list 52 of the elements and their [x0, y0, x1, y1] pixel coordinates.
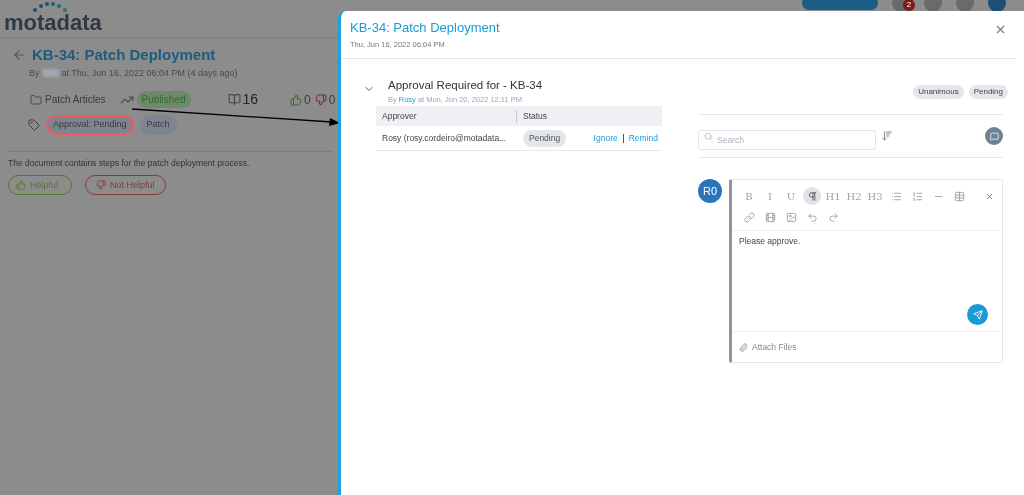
format-button[interactable]: H2 — [845, 187, 863, 206]
dislike-count: 0 — [328, 91, 336, 109]
tag-chip[interactable]: Approval: Pending — [46, 115, 134, 135]
speech-bubble-icon — [989, 131, 999, 141]
close-icon[interactable] — [994, 23, 1007, 36]
view-count: 16 — [242, 90, 259, 109]
approval-badge: Pending — [968, 84, 1008, 99]
like-count: 0 — [304, 91, 311, 109]
comment-icon[interactable] — [985, 127, 1003, 146]
byline-prefix: By — [29, 66, 40, 80]
book-icon — [227, 93, 241, 106]
thumbs-up-icon[interactable] — [290, 93, 303, 106]
logo: motadata — [4, 3, 102, 34]
thumbs-down-icon — [96, 180, 106, 191]
category-link[interactable]: Patch Articles — [45, 92, 106, 107]
action-link[interactable]: Ignore — [593, 131, 618, 145]
thumbs-down-icon[interactable] — [314, 93, 327, 106]
action-link[interactable]: Remind — [628, 131, 658, 145]
tag-chip[interactable]: Patch — [139, 115, 177, 135]
blurred-author — [42, 69, 59, 78]
approval-badge: Unanimous — [913, 84, 964, 99]
user-avatar: R0 — [698, 179, 722, 204]
notification-badge: 2 — [903, 0, 915, 11]
search-field[interactable]: Search — [698, 130, 876, 151]
approval-title: Approval Required for - KB-34 — [388, 77, 543, 93]
pilcrow-icon[interactable] — [803, 187, 821, 206]
format-button[interactable]: U — [782, 187, 800, 206]
article-description: The document contains steps for the patch deployment process. — [7, 156, 251, 170]
drawer-title: KB-34: Patch Deployment — [350, 19, 500, 37]
format-button[interactable]: I — [761, 187, 779, 206]
comment-text[interactable]: Please approve. — [732, 231, 1002, 305]
status-badge: Published — [136, 91, 191, 108]
format-button[interactable]: B — [740, 187, 758, 206]
format-button[interactable]: H3 — [866, 187, 884, 206]
dots-icon — [32, 1, 68, 12]
header-button[interactable] — [802, 0, 878, 10]
paperclip-icon — [739, 342, 748, 352]
thumbs-up-icon — [16, 180, 26, 191]
search-icon — [704, 132, 713, 142]
article-title: KB-34: Patch Deployment — [32, 45, 216, 65]
format-button[interactable]: H1 — [824, 187, 842, 206]
close-icon[interactable] — [985, 192, 994, 202]
sort-icon[interactable] — [881, 130, 893, 143]
tag-icon — [28, 118, 40, 131]
send-button[interactable] — [967, 304, 988, 326]
column-header: Approver — [376, 109, 517, 123]
paper-plane-icon — [972, 309, 983, 320]
attach-files-link[interactable]: Attach Files — [752, 340, 797, 354]
folder-icon — [30, 93, 42, 106]
column-header: Status — [522, 109, 548, 123]
approver-cell-text: Rosy (rosy.cordeiro@motadata... — [381, 131, 508, 145]
status-badge: Pending — [523, 129, 567, 147]
